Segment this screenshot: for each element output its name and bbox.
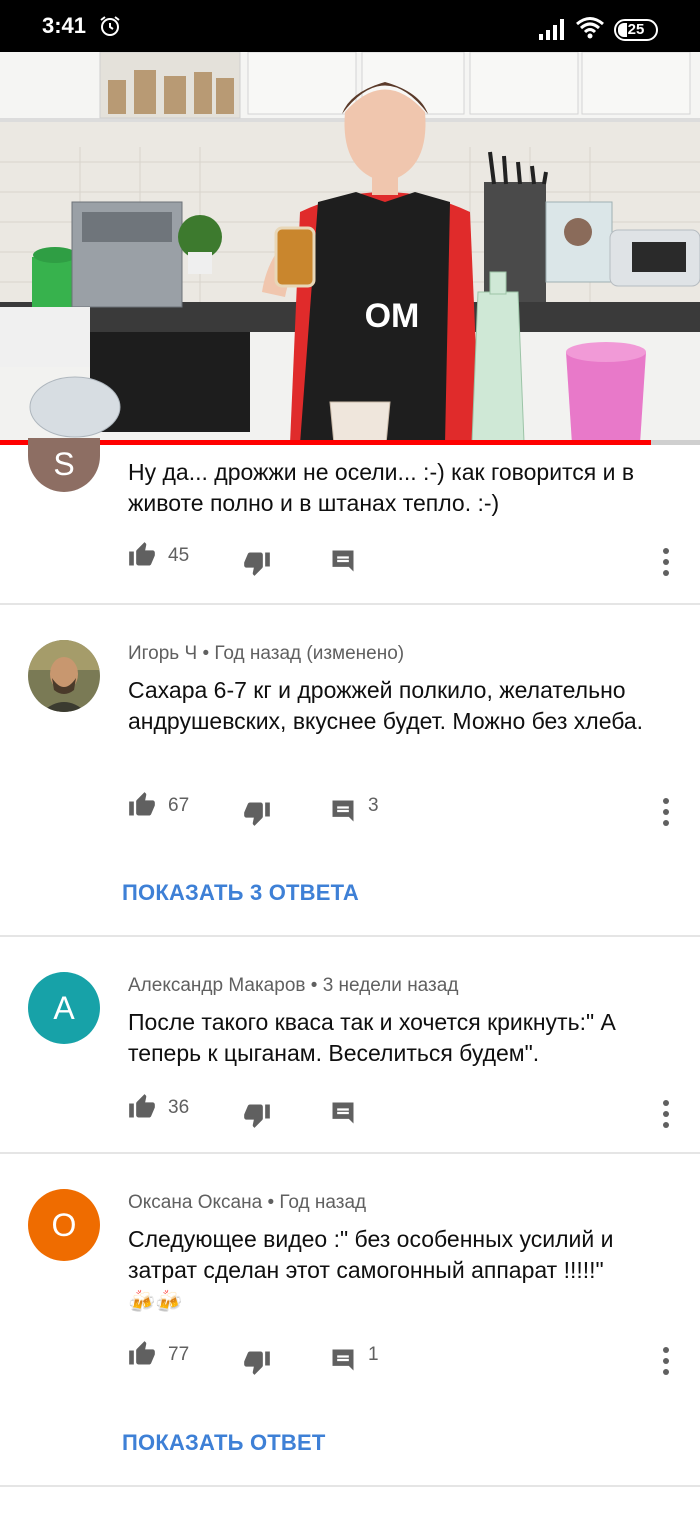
- divider: [0, 1152, 700, 1154]
- show-replies-button[interactable]: ПОКАЗАТЬ 3 ОТВЕТА: [122, 880, 359, 906]
- like-count: 67: [168, 795, 190, 816]
- avatar[interactable]: О: [28, 1189, 100, 1261]
- avatar[interactable]: S: [28, 438, 100, 492]
- video-player[interactable]: OM: [0, 52, 700, 444]
- comment-text: Ну да... дрожжи не осели... :-) как гово…: [128, 459, 635, 516]
- battery-text: 25: [627, 21, 645, 38]
- author-name[interactable]: Оксана Оксана: [128, 1192, 262, 1213]
- comment-text-content: Следующее видео :" без особенных усилий …: [128, 1226, 614, 1283]
- dislike-icon[interactable]: [243, 549, 271, 577]
- like-icon[interactable]: [128, 1340, 156, 1368]
- comment-actions: 45: [0, 539, 700, 579]
- reply-icon[interactable]: [329, 547, 357, 575]
- comment-time: Год назад (изменено): [214, 643, 405, 664]
- more-options-icon[interactable]: [660, 547, 672, 577]
- reply-icon[interactable]: [329, 1346, 357, 1374]
- avatar[interactable]: [28, 640, 100, 712]
- comment-actions: 77 1: [0, 1340, 700, 1380]
- author-name[interactable]: Игорь Ч: [128, 643, 197, 664]
- battery-icon: 25: [614, 19, 658, 41]
- show-replies-button[interactable]: ПОКАЗАТЬ ОТВЕТ: [122, 1430, 326, 1456]
- dislike-icon[interactable]: [243, 799, 271, 827]
- divider: [0, 603, 700, 605]
- more-options-icon[interactable]: [660, 1346, 672, 1376]
- avatar-photo: [28, 640, 100, 712]
- reply-count: 1: [368, 1344, 379, 1365]
- status-time: 3:41: [42, 13, 87, 38]
- like-count: 45: [168, 545, 190, 566]
- status-bar: 3:41 25: [0, 0, 700, 52]
- video-progress-bar[interactable]: [0, 440, 700, 445]
- alarm-icon: [100, 16, 120, 36]
- like-icon[interactable]: [128, 1093, 156, 1121]
- comment-text: Следующее видео :" без особенных усилий …: [128, 1224, 678, 1317]
- video-frame: OM: [0, 52, 700, 444]
- beer-emoji: 🍻🍻: [128, 1289, 183, 1314]
- like-icon[interactable]: [128, 791, 156, 819]
- author-name[interactable]: Александр Макаров: [128, 975, 305, 996]
- divider: [0, 1485, 700, 1487]
- avatar-letter: S: [53, 446, 75, 482]
- comment-time: 3 недели назад: [322, 975, 459, 996]
- comment-meta: Александр Макаров • 3 недели назад: [128, 975, 458, 997]
- avatar-letter: А: [53, 990, 75, 1026]
- reply-icon[interactable]: [329, 797, 357, 825]
- more-options-icon[interactable]: [660, 1099, 672, 1129]
- like-count: 36: [168, 1097, 190, 1118]
- comment-text: После такого кваса так и хочется крикнут…: [128, 1009, 616, 1066]
- meta-separator: •: [267, 1192, 275, 1213]
- comment-actions: 36: [0, 1093, 700, 1133]
- wifi-icon: [576, 17, 604, 39]
- avatar-letter: О: [51, 1207, 77, 1243]
- more-options-icon[interactable]: [660, 797, 672, 827]
- dislike-icon[interactable]: [243, 1101, 271, 1129]
- meta-separator: •: [310, 975, 318, 996]
- like-icon[interactable]: [128, 541, 156, 569]
- apron-logo: OM: [365, 297, 420, 335]
- dislike-icon[interactable]: [243, 1348, 271, 1376]
- reply-count: 3: [368, 795, 379, 816]
- signal-icon: [539, 19, 564, 40]
- meta-separator: •: [202, 643, 210, 664]
- comment-meta: Игорь Ч • Год назад (изменено): [128, 643, 404, 665]
- comment-actions: 67 3: [0, 791, 700, 831]
- comment-meta: Оксана Оксана • Год назад: [128, 1192, 366, 1214]
- comment-time: Год назад: [279, 1192, 367, 1213]
- reply-icon[interactable]: [329, 1099, 357, 1127]
- avatar[interactable]: А: [28, 972, 100, 1044]
- divider: [0, 935, 700, 937]
- like-count: 77: [168, 1344, 190, 1365]
- comment-text: Сахара 6-7 кг и дрожжей полкило, желател…: [128, 677, 644, 734]
